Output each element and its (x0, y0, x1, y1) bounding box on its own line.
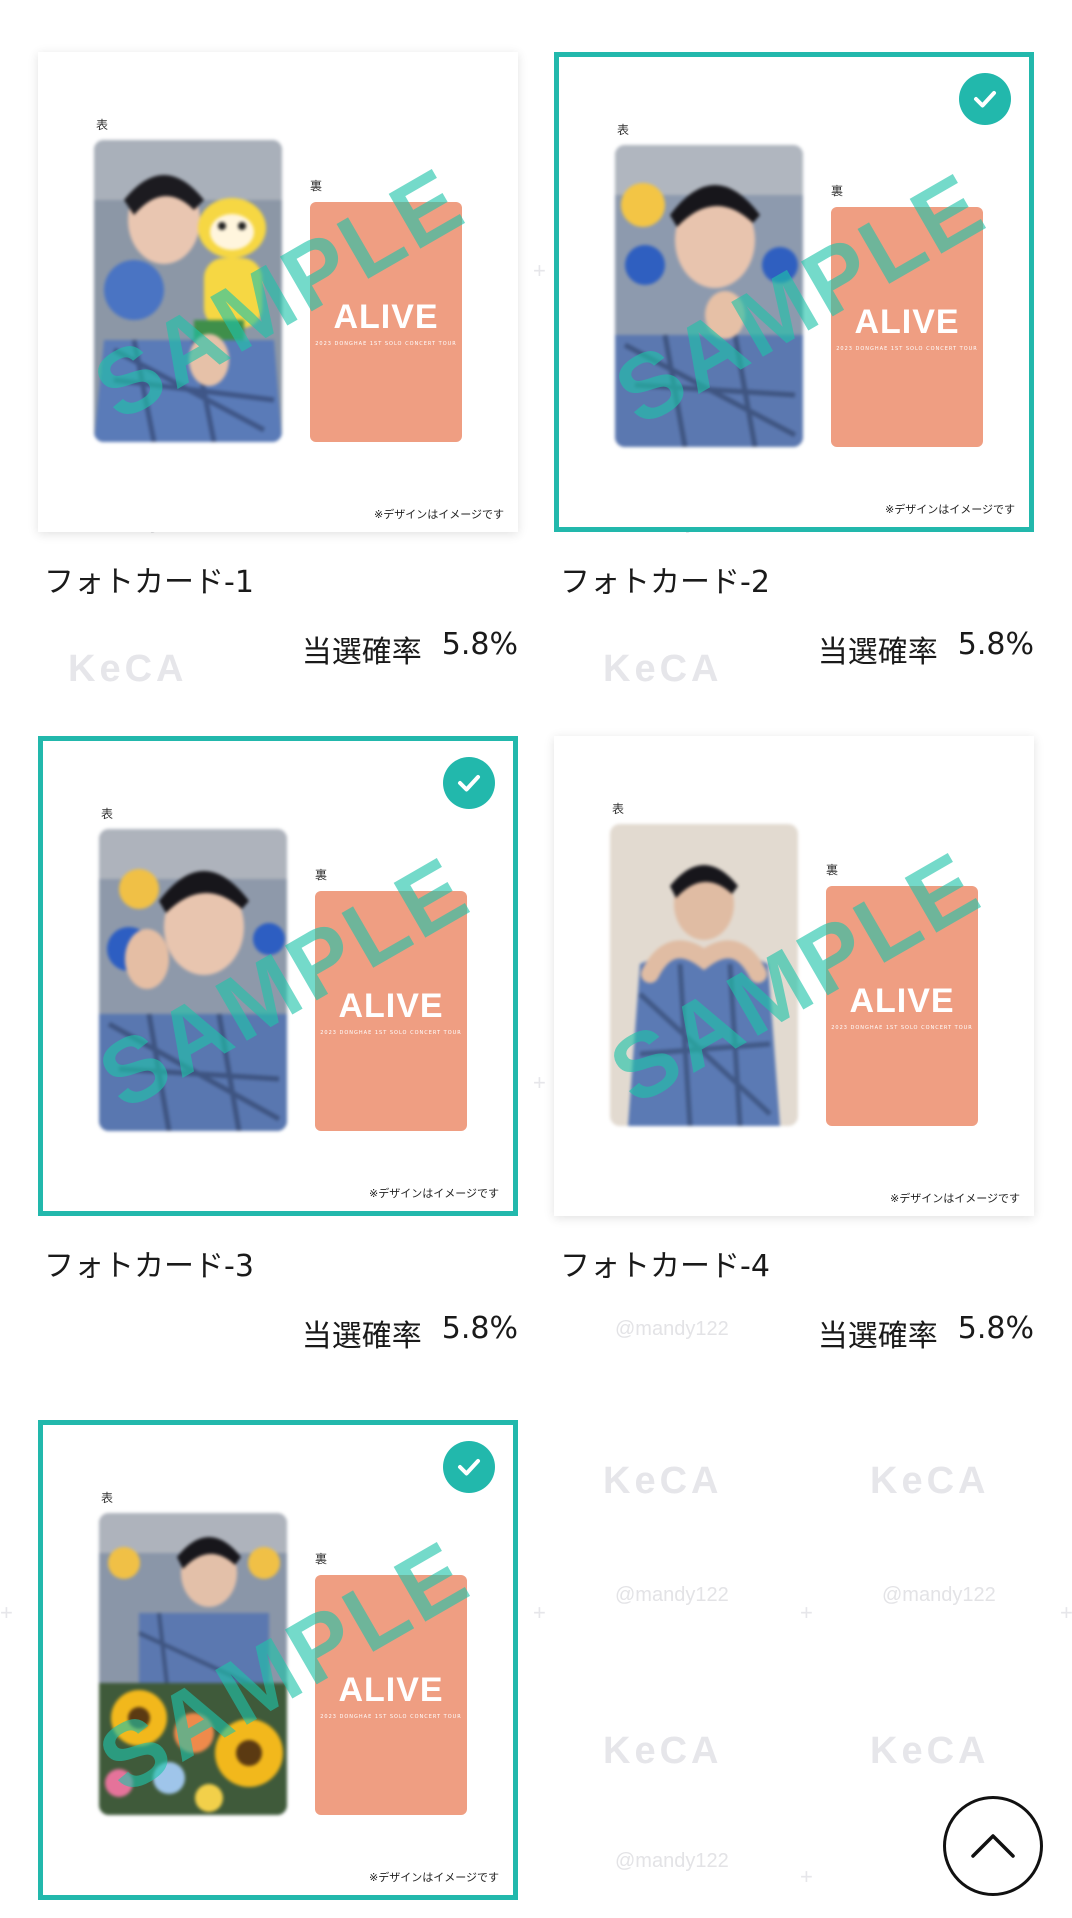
check-icon (443, 757, 495, 809)
watermark-logo: KeCA (870, 1730, 990, 1772)
back-subtitle: 2023 DONGHAE 1ST SOLO CONCERT TOUR (320, 1713, 462, 1720)
watermark-logo: KeCA (603, 1730, 723, 1772)
photo-hand-on-cheek (99, 829, 287, 1131)
photo-with-tiger-plush (94, 140, 282, 442)
card-back: ALIVE 2023 DONGHAE 1ST SOLO CONCERT TOUR (315, 891, 467, 1131)
photo-arm-heart (610, 824, 798, 1126)
back-subtitle: 2023 DONGHAE 1ST SOLO CONCERT TOUR (836, 345, 978, 352)
front-label: 表 (617, 123, 630, 137)
back-title: ALIVE (333, 297, 439, 336)
watermark-handle: @mandy122 (615, 1850, 729, 1872)
watermark-handle: @mandy122 (615, 1584, 729, 1606)
photocard-thumbnail[interactable]: 表 裏 ALIVE 2023 DONGHAE 1ST SOLO CONCERT … (38, 1420, 518, 1900)
watermark-handle: @mandy122 (615, 1318, 729, 1340)
win-probability-value: 5.8% (441, 627, 518, 662)
watermark-cross: + (533, 1070, 546, 1095)
back-label: 裏 (831, 184, 844, 198)
win-probability: 当選確率 5.8% (302, 1311, 518, 1355)
front-label: 表 (101, 807, 114, 821)
check-icon (443, 1441, 495, 1493)
card-back: ALIVE 2023 DONGHAE 1ST SOLO CONCERT TOUR (826, 886, 978, 1126)
back-title: ALIVE (849, 981, 955, 1020)
front-label: 表 (96, 118, 109, 132)
win-probability: 当選確率 5.8% (818, 1311, 1034, 1355)
photocard-thumbnail[interactable]: 表 裏 ALIVE 2023 DONGHAE 1ST SOLO CONCERT … (38, 52, 518, 532)
photocard-name: フォトカード-3 (44, 1249, 254, 1284)
scroll-to-top-button[interactable] (943, 1796, 1043, 1896)
photo-with-sunflowers (99, 1513, 287, 1815)
watermark-logo: KeCA (870, 1460, 990, 1502)
back-subtitle: 2023 DONGHAE 1ST SOLO CONCERT TOUR (320, 1029, 462, 1036)
disclaimer: ※デザインはイメージです (890, 1192, 1020, 1205)
disclaimer: ※デザインはイメージです (369, 1871, 499, 1884)
win-probability-label: 当選確率 (817, 1319, 938, 1354)
win-probability: 当選確率 5.8% (818, 627, 1034, 671)
back-title: ALIVE (854, 302, 960, 341)
win-probability-value: 5.8% (957, 627, 1034, 662)
back-title: ALIVE (338, 1670, 444, 1709)
back-label: 裏 (315, 1552, 328, 1566)
win-probability-value: 5.8% (441, 1311, 518, 1346)
photocard-thumbnail[interactable]: 表 裏 ALIVE 2023 DONGHAE 1ST SOLO CONCERT … (38, 736, 518, 1216)
watermark-logo: KeCA (603, 648, 723, 690)
chevron-up-icon (971, 1834, 1015, 1858)
photo-finger-heart (615, 145, 803, 447)
disclaimer: ※デザインはイメージです (369, 1187, 499, 1200)
front-label: 表 (612, 802, 625, 816)
back-label: 裏 (315, 868, 328, 882)
win-probability-label: 当選確率 (301, 635, 422, 670)
back-subtitle: 2023 DONGHAE 1ST SOLO CONCERT TOUR (315, 340, 457, 347)
photocard-name: フォトカード-1 (44, 565, 254, 600)
win-probability-label: 当選確率 (817, 635, 938, 670)
win-probability: 当選確率 5.8% (302, 627, 518, 671)
back-subtitle: 2023 DONGHAE 1ST SOLO CONCERT TOUR (831, 1024, 973, 1031)
watermark-cross: + (1060, 1600, 1072, 1625)
watermark-logo: KeCA (68, 648, 188, 690)
disclaimer: ※デザインはイメージです (374, 508, 504, 521)
back-label: 裏 (826, 863, 839, 877)
photocard-thumbnail[interactable]: 表 裏 ALIVE 2023 DONGHAE 1ST SOLO CONCERT … (554, 736, 1034, 1216)
back-title: ALIVE (338, 986, 444, 1025)
watermark-handle: @mandy122 (882, 1584, 996, 1606)
watermark-logo: KeCA (603, 1460, 723, 1502)
card-back: ALIVE 2023 DONGHAE 1ST SOLO CONCERT TOUR (310, 202, 462, 442)
win-probability-label: 当選確率 (301, 1319, 422, 1354)
disclaimer: ※デザインはイメージです (885, 503, 1015, 516)
watermark-cross: + (0, 1600, 13, 1625)
photocard-thumbnail[interactable]: 表 裏 ALIVE 2023 DONGHAE 1ST SOLO CONCERT … (554, 52, 1034, 532)
front-label: 表 (101, 1491, 114, 1505)
back-label: 裏 (310, 179, 323, 193)
card-back: ALIVE 2023 DONGHAE 1ST SOLO CONCERT TOUR (315, 1575, 467, 1815)
watermark-cross: + (533, 258, 546, 283)
card-back: ALIVE 2023 DONGHAE 1ST SOLO CONCERT TOUR (831, 207, 983, 447)
win-probability-value: 5.8% (957, 1311, 1034, 1346)
watermark-cross: + (533, 1600, 546, 1625)
watermark-cross: + (800, 1600, 813, 1625)
photocard-name: フォトカード-4 (560, 1249, 770, 1284)
photocard-name: フォトカード-2 (560, 565, 770, 600)
watermark-cross: + (800, 1864, 813, 1889)
check-icon (959, 73, 1011, 125)
